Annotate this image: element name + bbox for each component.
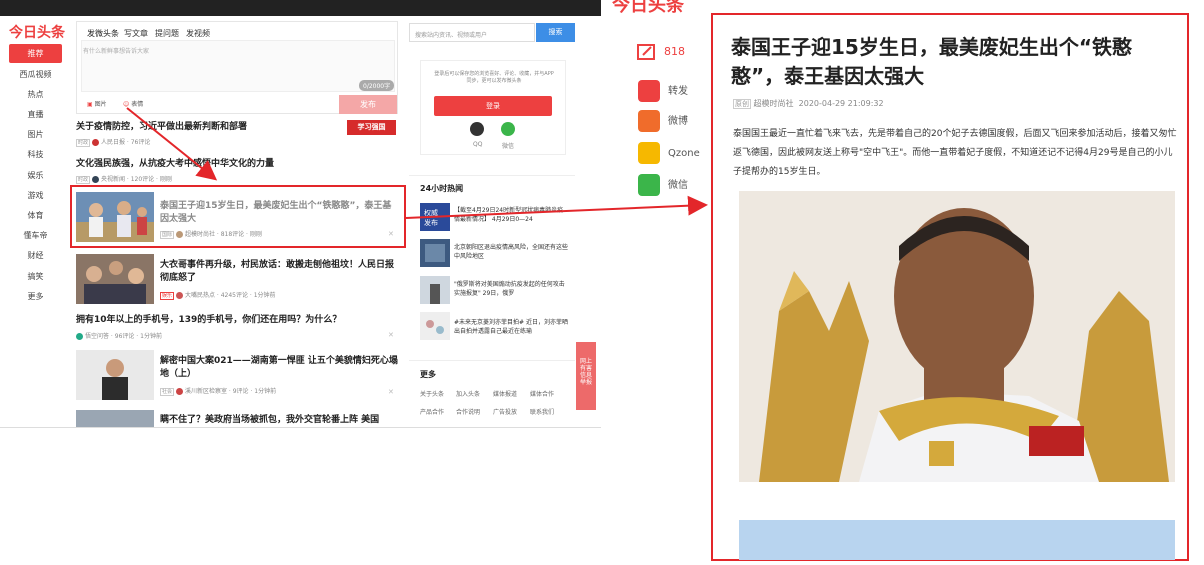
annotation-arrows xyxy=(126,107,708,219)
arrow-to-feed xyxy=(126,107,218,181)
arrow-to-article xyxy=(405,195,708,219)
